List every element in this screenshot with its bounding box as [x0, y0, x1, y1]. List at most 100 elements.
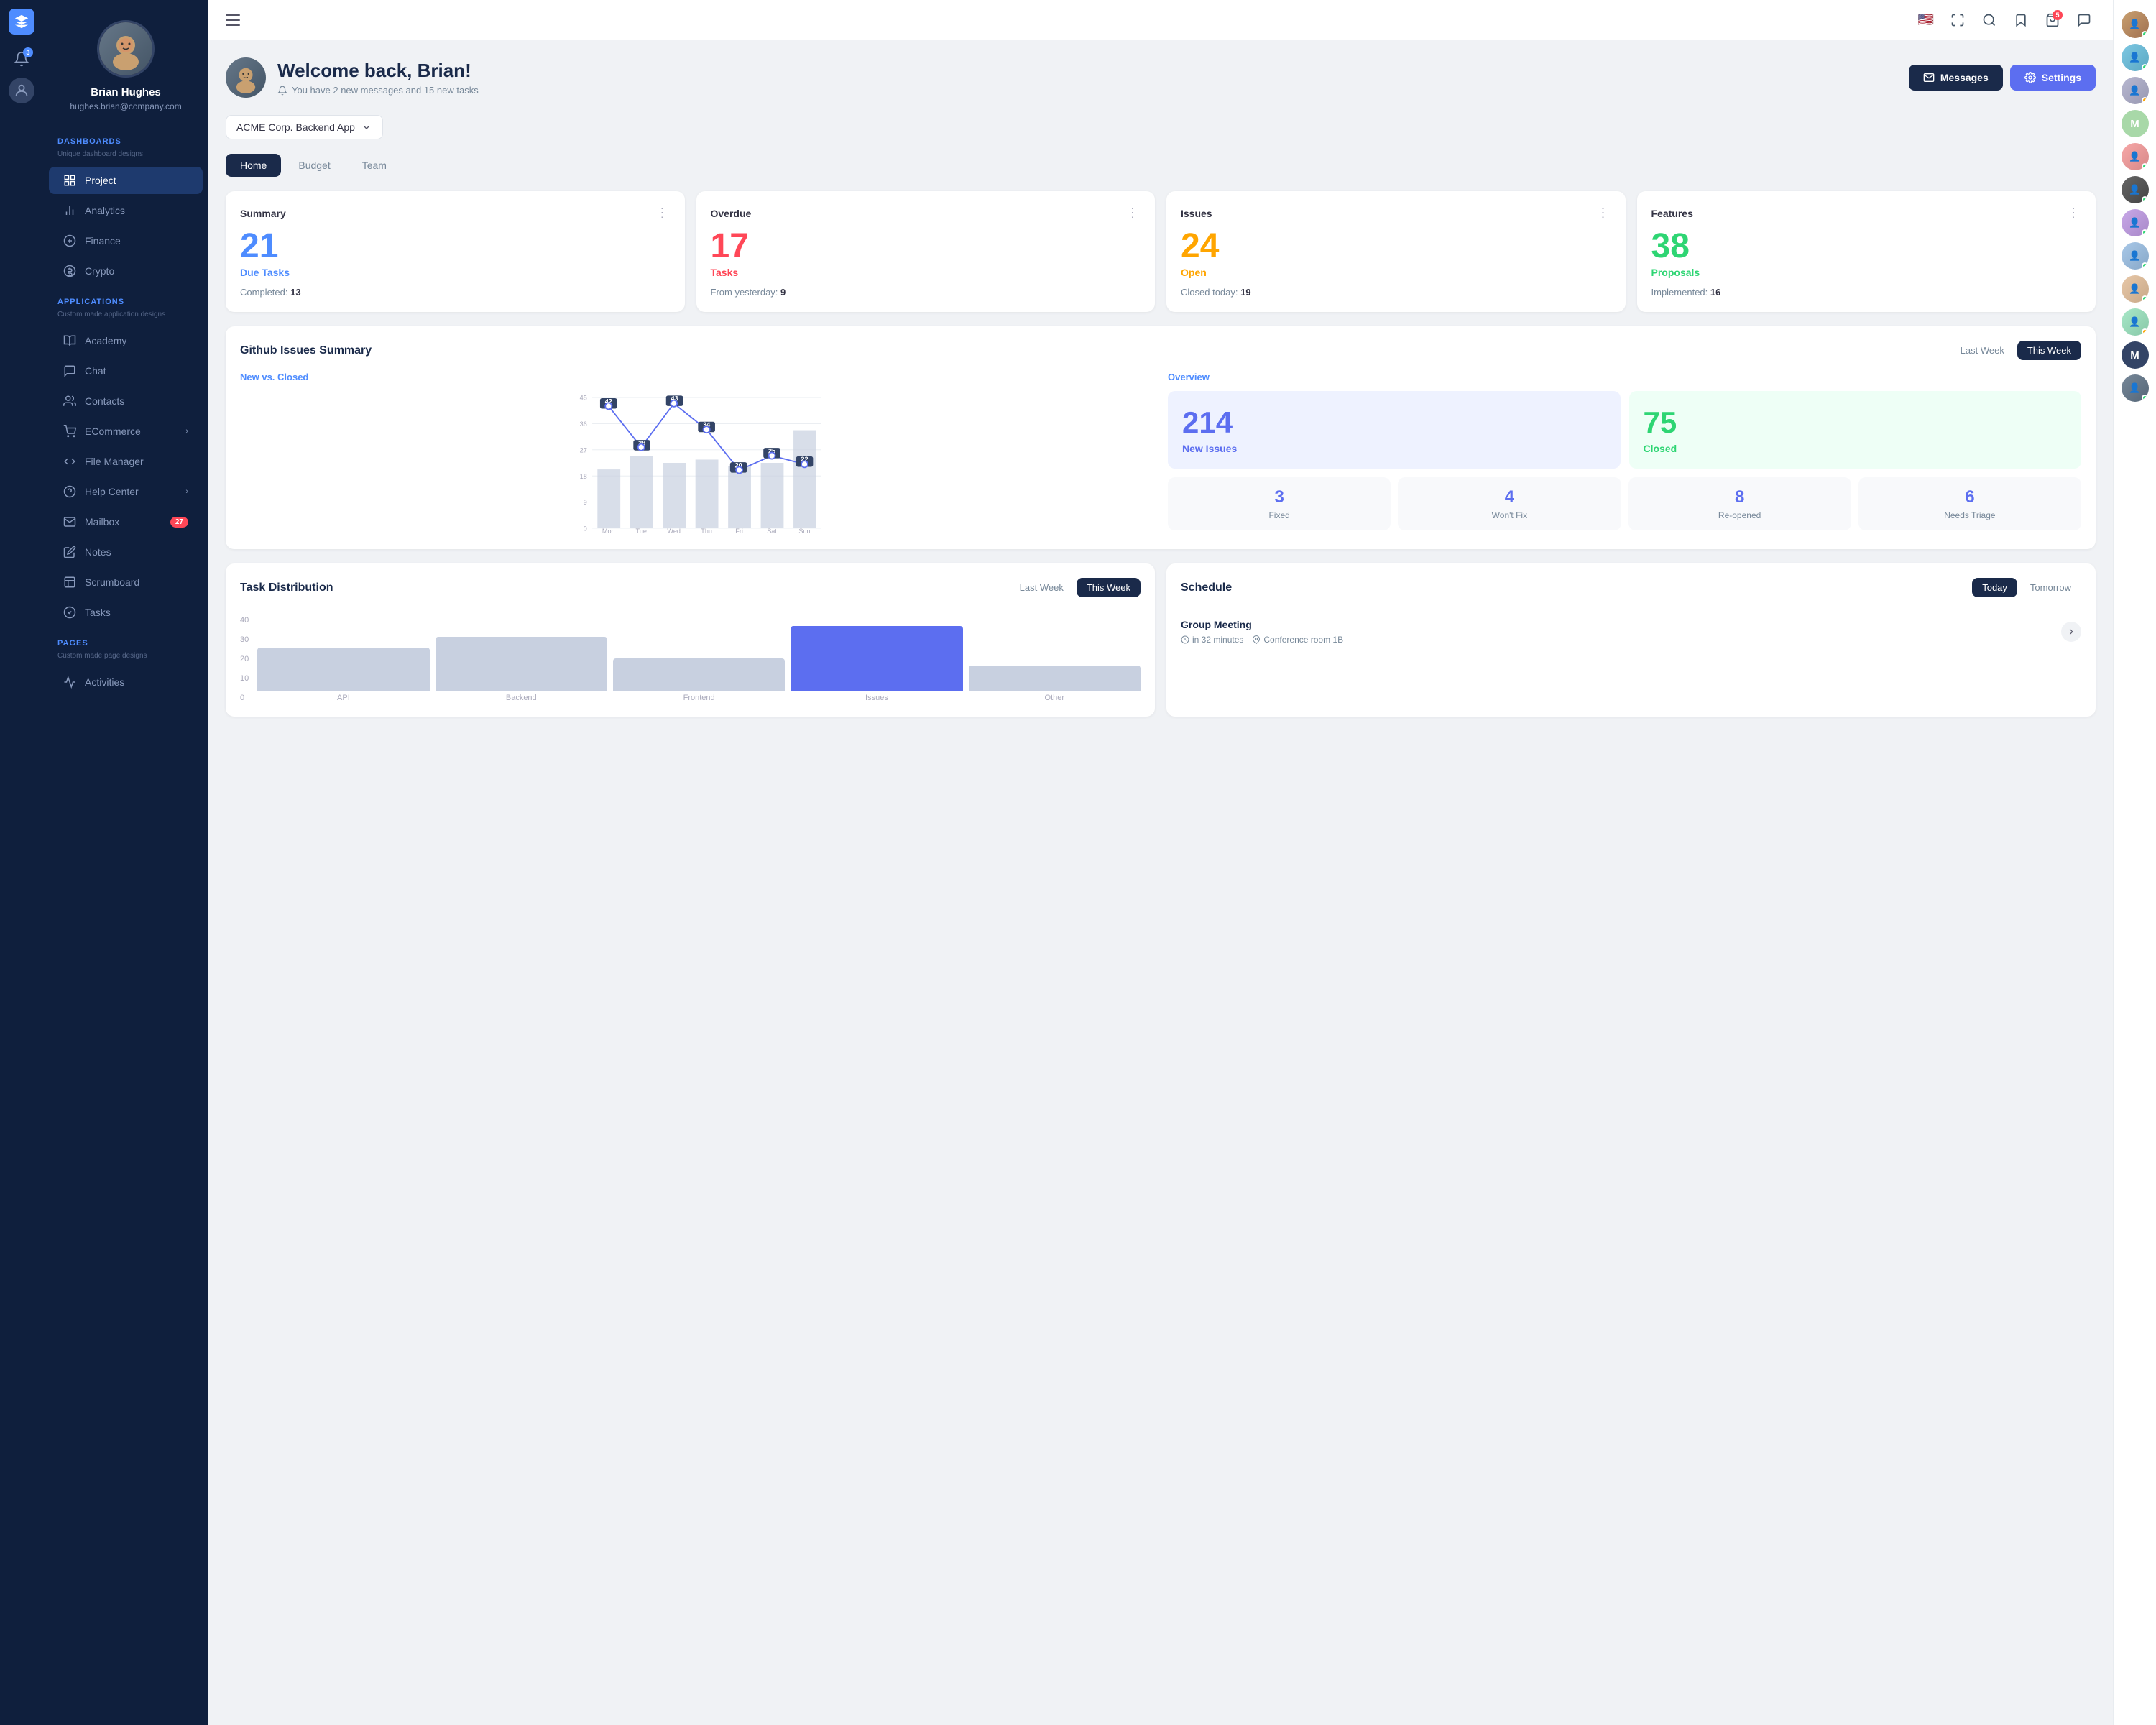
event-meta: in 32 minutes Conference room 1B	[1181, 635, 1343, 645]
sidebar-item-chat[interactable]: Chat	[49, 357, 203, 385]
stat-number-issues: 24	[1181, 229, 1611, 264]
right-avatar-7[interactable]: 👤	[2122, 209, 2149, 236]
cart-icon[interactable]: 5	[2041, 9, 2064, 32]
sidebar-item-notes[interactable]: Notes	[49, 538, 203, 566]
github-toggle-lastweek[interactable]: Last Week	[1950, 341, 2014, 360]
overview-closed-issues: 75 Closed	[1629, 391, 2082, 469]
mini-stat-wontfix-label: Won't Fix	[1408, 510, 1611, 520]
schedule-today[interactable]: Today	[1972, 578, 2017, 597]
messages-button[interactable]: Messages	[1909, 65, 2003, 91]
notification-badge: 3	[23, 47, 33, 58]
bar-col-backend: Backend	[436, 637, 607, 702]
bar-api	[257, 648, 429, 691]
tab-team[interactable]: Team	[348, 154, 401, 177]
search-icon[interactable]	[1978, 9, 2001, 32]
stat-number-summary: 21	[240, 229, 671, 264]
schedule-event-arrow[interactable]	[2061, 622, 2081, 642]
sidebar-item-finance[interactable]: Finance	[49, 227, 203, 254]
avatar-letter-11: M	[2130, 349, 2139, 362]
stat-footer-overdue: From yesterday: 9	[711, 287, 1141, 298]
sidebar-item-academy[interactable]: Academy	[49, 327, 203, 354]
overview-new-issues: 214 New Issues	[1168, 391, 1621, 469]
right-avatar-4[interactable]: M	[2122, 110, 2149, 137]
svg-text:Fri: Fri	[735, 528, 743, 535]
sidebar-item-tasks[interactable]: Tasks	[49, 599, 203, 626]
sidebar-item-crypto[interactable]: Crypto	[49, 257, 203, 285]
sidebar-user-name: Brian Hughes	[91, 86, 161, 98]
sidebar-item-activities[interactable]: Activities	[49, 668, 203, 696]
stat-menu-features[interactable]: ⋮	[2067, 206, 2081, 221]
github-chart-container: New vs. Closed 45 36	[240, 372, 2081, 535]
right-avatar-11[interactable]: M	[2122, 341, 2149, 369]
stat-menu-overdue[interactable]: ⋮	[1126, 206, 1141, 221]
overview-top: 214 New Issues 75 Closed	[1168, 391, 2081, 469]
sidebar-profile: Brian Hughes hughes.brian@company.com	[43, 0, 208, 126]
fullscreen-icon[interactable]	[1946, 9, 1969, 32]
stat-label-features: Proposals	[1651, 267, 2082, 278]
schedule-tomorrow[interactable]: Tomorrow	[2020, 578, 2081, 597]
sidebar-item-filemanager[interactable]: File Manager	[49, 448, 203, 475]
sidebar-label-filemanager: File Manager	[85, 456, 144, 467]
task-dist-thisweek[interactable]: This Week	[1077, 578, 1141, 597]
y-label-40: 40	[240, 616, 249, 625]
right-avatar-6[interactable]: 👤	[2122, 176, 2149, 203]
avatar-dot-2	[2142, 64, 2148, 70]
avatar-letter-4: M	[2130, 118, 2139, 130]
right-avatar-5[interactable]: 👤	[2122, 143, 2149, 170]
tab-home[interactable]: Home	[226, 154, 281, 177]
stat-title-issues: Issues	[1181, 208, 1212, 219]
task-dist-lastweek[interactable]: Last Week	[1010, 578, 1074, 597]
task-dist-chart: 40 30 20 10 0 API Backend	[240, 609, 1141, 702]
sidebar-item-helpcenter[interactable]: Help Center ›	[49, 478, 203, 505]
sidebar-avatar	[97, 20, 155, 78]
app-selector[interactable]: ACME Corp. Backend App	[226, 115, 383, 139]
section-sub-applications: Custom made application designs	[43, 310, 208, 326]
svg-text:18: 18	[580, 473, 587, 480]
schedule-title: Schedule	[1181, 581, 1232, 594]
sidebar-item-analytics[interactable]: Analytics	[49, 197, 203, 224]
app-logo[interactable]	[9, 9, 34, 34]
mini-stat-reopened: 8 Re-opened	[1628, 477, 1851, 530]
task-distribution-card: Task Distribution Last Week This Week 40…	[226, 564, 1155, 717]
ecommerce-arrow: ›	[185, 427, 188, 436]
avatar-dot-12	[2142, 395, 2148, 401]
bar-col-issues: Issues	[791, 626, 962, 702]
stat-title-overdue: Overdue	[711, 208, 752, 219]
sidebar-item-scrumboard[interactable]: Scrumboard	[49, 569, 203, 596]
user-avatar-icon[interactable]	[9, 78, 34, 104]
message-icon[interactable]	[2073, 9, 2096, 32]
event-location: Conference room 1B	[1252, 635, 1343, 645]
right-avatar-9[interactable]: 👤	[2122, 275, 2149, 303]
avatar-dot-3	[2142, 97, 2148, 104]
sidebar-item-ecommerce[interactable]: ECommerce ›	[49, 418, 203, 445]
github-toggle-thisweek[interactable]: This Week	[2017, 341, 2081, 360]
menu-toggle[interactable]	[226, 9, 249, 32]
right-avatar-1[interactable]: 👤	[2122, 11, 2149, 38]
sidebar-label-chat: Chat	[85, 365, 106, 377]
mini-stat-fixed-label: Fixed	[1178, 510, 1381, 520]
avatar-dot-7	[2142, 229, 2148, 236]
right-avatar-8[interactable]: 👤	[2122, 242, 2149, 270]
stat-label-issues: Open	[1181, 267, 1611, 278]
tab-budget[interactable]: Budget	[284, 154, 344, 177]
right-avatar-10[interactable]: 👤	[2122, 308, 2149, 336]
sidebar-item-mailbox[interactable]: Mailbox 27	[49, 508, 203, 535]
sidebar-label-academy: Academy	[85, 335, 126, 346]
sidebar-label-mailbox: Mailbox	[85, 516, 119, 528]
task-dist-toggle: Last Week This Week	[1010, 578, 1141, 597]
chart-svg: 45 36 27 18 9 0	[240, 391, 1153, 535]
right-avatar-12[interactable]: 👤	[2122, 374, 2149, 402]
notification-icon[interactable]: 3	[9, 46, 34, 72]
svg-text:Tue: Tue	[636, 528, 647, 535]
stat-menu-summary[interactable]: ⋮	[656, 206, 671, 221]
right-avatar-3[interactable]: 👤	[2122, 77, 2149, 104]
right-avatar-2[interactable]: 👤	[2122, 44, 2149, 71]
github-section-header: Github Issues Summary Last Week This Wee…	[240, 341, 2081, 360]
bookmark-icon[interactable]	[2009, 9, 2032, 32]
sidebar-item-contacts[interactable]: Contacts	[49, 387, 203, 415]
sidebar-item-project[interactable]: Project	[49, 167, 203, 194]
settings-button[interactable]: Settings	[2010, 65, 2096, 91]
mini-stat-fixed: 3 Fixed	[1168, 477, 1391, 530]
flag-icon[interactable]: 🇺🇸	[1915, 9, 1938, 32]
stat-menu-issues[interactable]: ⋮	[1597, 206, 1611, 221]
